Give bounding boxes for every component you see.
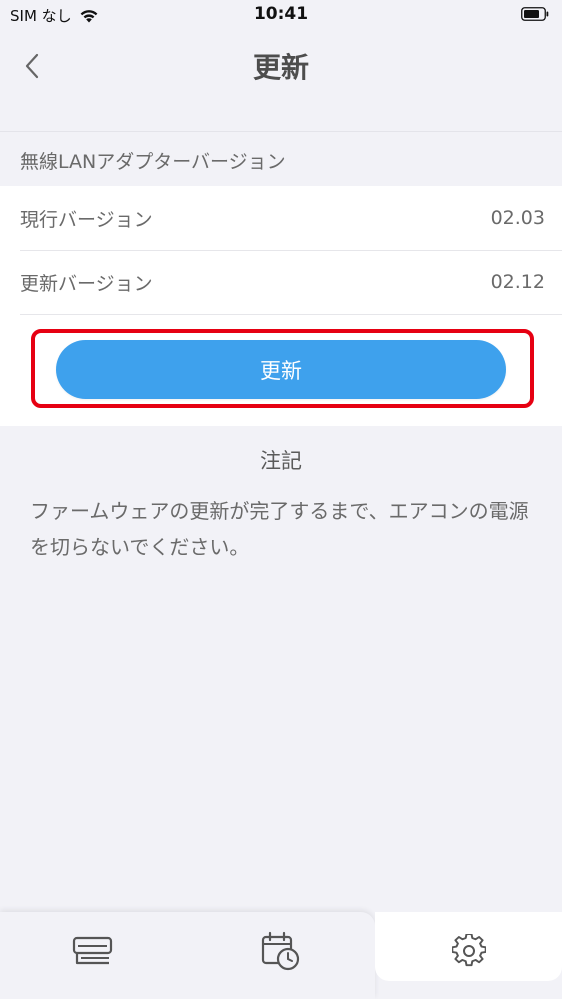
divider [0,131,562,132]
page-title: 更新 [252,51,309,84]
tab-bar [0,912,562,999]
calendar-clock-icon [261,931,300,971]
status-time: 10:41 [253,4,309,24]
status-bar: SIM なし 10:41 [0,0,562,30]
row-divider [20,314,562,315]
version-card: 現行バージョン 02.03 更新バージョン 02.12 更新 [0,186,562,426]
tab-schedule[interactable] [251,926,311,976]
update-version-value: 02.12 [490,271,545,293]
current-version-value: 02.03 [490,207,545,229]
current-version-label: 現行バージョン [20,208,153,231]
note-title: 注記 [260,449,302,473]
aircon-icon [72,936,113,965]
note-body: ファームウェアの更新が完了するまで、エアコンの電源を切らないでください。 [30,499,529,559]
screen: SIM なし 10:41 更新 無線LANアダプターバージョン 現行バージョン [0,0,562,999]
tab-settings[interactable] [439,926,499,976]
tab-aircon[interactable] [63,926,123,976]
nav-bar: 更新 [0,30,562,102]
tab-bar-background [0,912,375,999]
update-version-label: 更新バージョン [20,272,153,295]
update-version-row: 更新バージョン 02.12 [0,250,562,314]
current-version-row: 現行バージョン 02.03 [0,186,562,250]
update-button[interactable]: 更新 [56,340,506,399]
gear-icon [452,934,486,967]
battery-icon [521,7,549,21]
section-header: 無線LANアダプターバージョン [20,151,286,173]
